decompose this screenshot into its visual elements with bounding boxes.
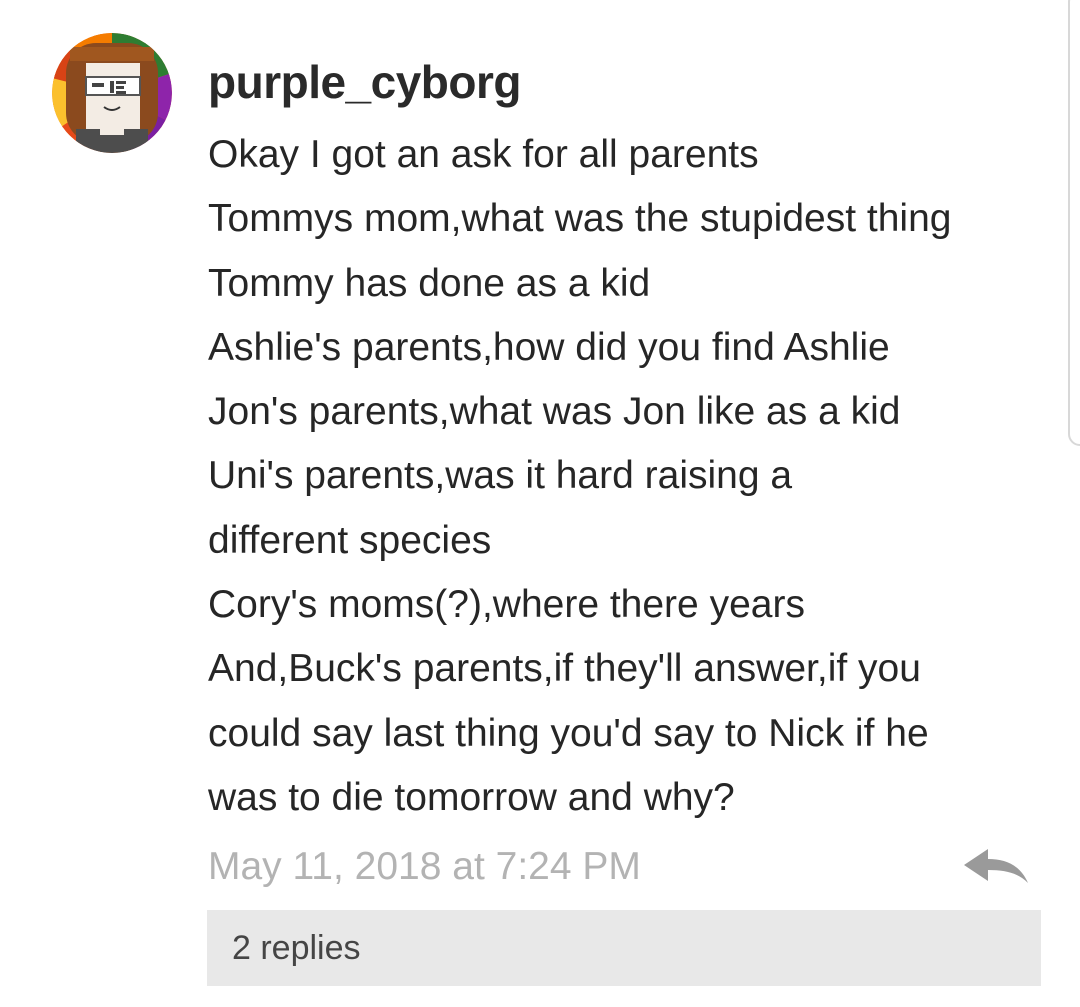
pixel-art-avatar-icon <box>52 33 172 153</box>
reply-arrow-icon <box>964 849 1028 883</box>
comment-line: Okay I got an ask for all parents <box>208 133 759 176</box>
comment-line: Cory's moms(?),where there years <box>208 583 805 627</box>
comment-line: could say last thing you'd say to Nick i… <box>208 711 929 755</box>
comment-line: was to die tomorrow and why? <box>208 775 735 819</box>
comment-line: Uni's parents,was it hard raising a <box>208 454 793 498</box>
comment-body: Okay I got an ask for all parents Tommys… <box>208 123 1058 830</box>
comment-line: Ashlie's parents,how did you find Ashlie <box>208 325 890 369</box>
username[interactable]: purple_cyborg <box>208 52 522 112</box>
comment-screen: purple_cyborg Okay I got an ask for all … <box>0 0 1080 1007</box>
comment-line: Jon's parents,what was Jon like as a kid <box>208 390 901 434</box>
replies-count-label: 2 replies <box>232 929 361 967</box>
view-replies-button[interactable]: 2 replies <box>207 910 1041 986</box>
comment-line: different species <box>208 518 492 562</box>
comment-line: Tommy has done as a kid <box>208 261 651 305</box>
scrollbar[interactable] <box>1068 0 1080 446</box>
comment-timestamp: May 11, 2018 at 7:24 PM <box>208 845 641 888</box>
reply-button[interactable] <box>962 845 1030 887</box>
comment-line: And,Buck's parents,if they'll answer,if … <box>208 647 921 691</box>
comment-line: Tommys mom,what was the stupidest thing <box>208 197 952 241</box>
avatar[interactable] <box>52 33 172 153</box>
